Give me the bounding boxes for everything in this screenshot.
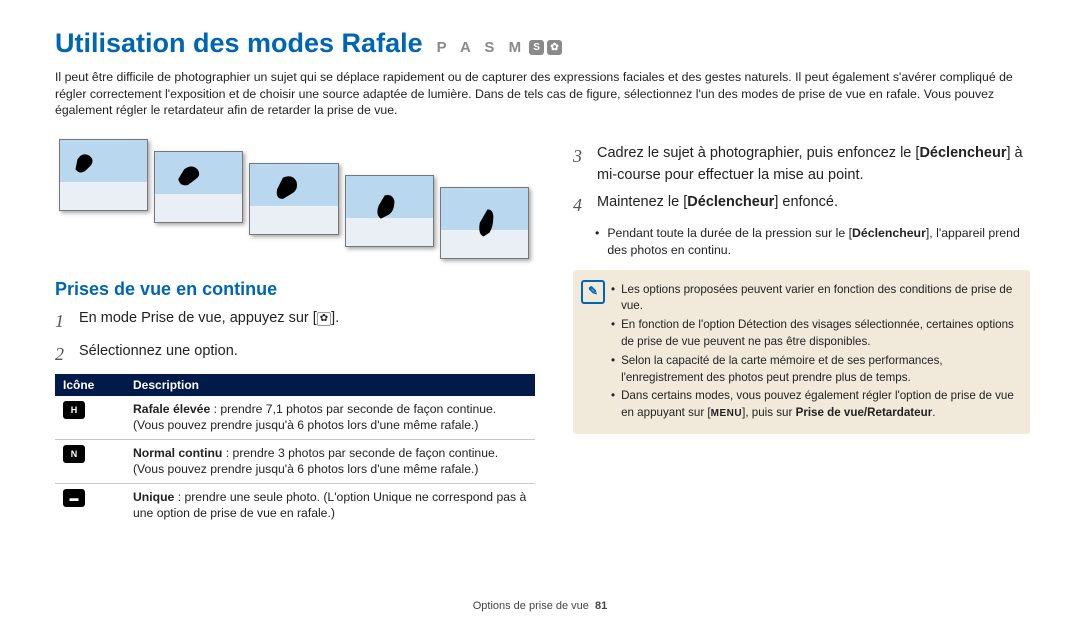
options-table: Icône Description H Rafale élevée : pren… bbox=[55, 374, 535, 527]
page-title: Utilisation des modes Rafale P A S M S ✿ bbox=[55, 28, 1030, 59]
step-3: 3 Cadrez le sujet à photographier, puis … bbox=[573, 143, 1030, 187]
menu-key: MENU bbox=[711, 408, 742, 419]
mode-letters: P A S M bbox=[437, 39, 526, 56]
burst-single-icon: ▬ bbox=[63, 489, 85, 507]
bullet-text: Pendant toute la durée de la pression su… bbox=[607, 225, 1030, 259]
note-item: Selon la capacité de la carte mémoire et… bbox=[611, 353, 1018, 387]
thumb-2 bbox=[154, 151, 243, 223]
step-4: 4 Maintenez le [Déclencheur] enfoncé. bbox=[573, 192, 1030, 219]
intro-paragraph: Il peut être difficile de photographier … bbox=[55, 69, 1030, 119]
th-icon: Icône bbox=[55, 374, 125, 396]
left-column: Prises de vue en continue 1 En mode Pris… bbox=[55, 137, 535, 527]
step-text: En mode Prise de vue, appuyez sur [✿]. bbox=[79, 308, 339, 335]
step-text: Sélectionnez une option. bbox=[79, 341, 238, 368]
burst-normal-icon: N bbox=[63, 445, 85, 463]
step-1: 1 En mode Prise de vue, appuyez sur [✿]. bbox=[55, 308, 535, 335]
step-2: 2 Sélectionnez une option. bbox=[55, 341, 535, 368]
note-item: Les options proposées peuvent varier en … bbox=[611, 282, 1018, 316]
page-footer: Options de prise de vue 81 bbox=[0, 600, 1080, 612]
burst-thumbnails bbox=[59, 139, 535, 259]
timer-icon: ✿ bbox=[317, 312, 331, 326]
step-number: 1 bbox=[55, 308, 69, 335]
table-row: N Normal continu : prendre 3 photos par … bbox=[55, 439, 535, 483]
step-text: Maintenez le [Déclencheur] enfoncé. bbox=[597, 192, 838, 219]
note-icon: ✎ bbox=[581, 280, 605, 304]
step-number: 4 bbox=[573, 192, 587, 219]
th-desc: Description bbox=[125, 374, 535, 396]
table-row: H Rafale élevée : prendre 7,1 photos par… bbox=[55, 396, 535, 439]
burst-high-icon: H bbox=[63, 401, 85, 419]
thumb-1 bbox=[59, 139, 148, 211]
thumb-5 bbox=[440, 187, 529, 259]
step-4-bullet: Pendant toute la durée de la pression su… bbox=[595, 225, 1030, 259]
step-text: Cadrez le sujet à photographier, puis en… bbox=[597, 143, 1030, 187]
mode-badge-star: ✿ bbox=[547, 40, 562, 55]
note-item: Dans certains modes, vous pouvez égaleme… bbox=[611, 388, 1018, 422]
mode-badge-s: S bbox=[529, 40, 544, 55]
step-number: 3 bbox=[573, 143, 587, 187]
thumb-4 bbox=[345, 175, 434, 247]
table-row: ▬ Unique : prendre une seule photo. (L'o… bbox=[55, 483, 535, 526]
note-box: ✎ Les options proposées peuvent varier e… bbox=[573, 270, 1030, 434]
step-number: 2 bbox=[55, 341, 69, 368]
section-heading: Prises de vue en continue bbox=[55, 279, 535, 300]
mode-indicators: P A S M S ✿ bbox=[437, 39, 562, 56]
title-text: Utilisation des modes Rafale bbox=[55, 28, 423, 59]
right-column: 3 Cadrez le sujet à photographier, puis … bbox=[573, 137, 1030, 527]
note-item: En fonction de l'option Détection des vi… bbox=[611, 317, 1018, 351]
thumb-3 bbox=[249, 163, 338, 235]
